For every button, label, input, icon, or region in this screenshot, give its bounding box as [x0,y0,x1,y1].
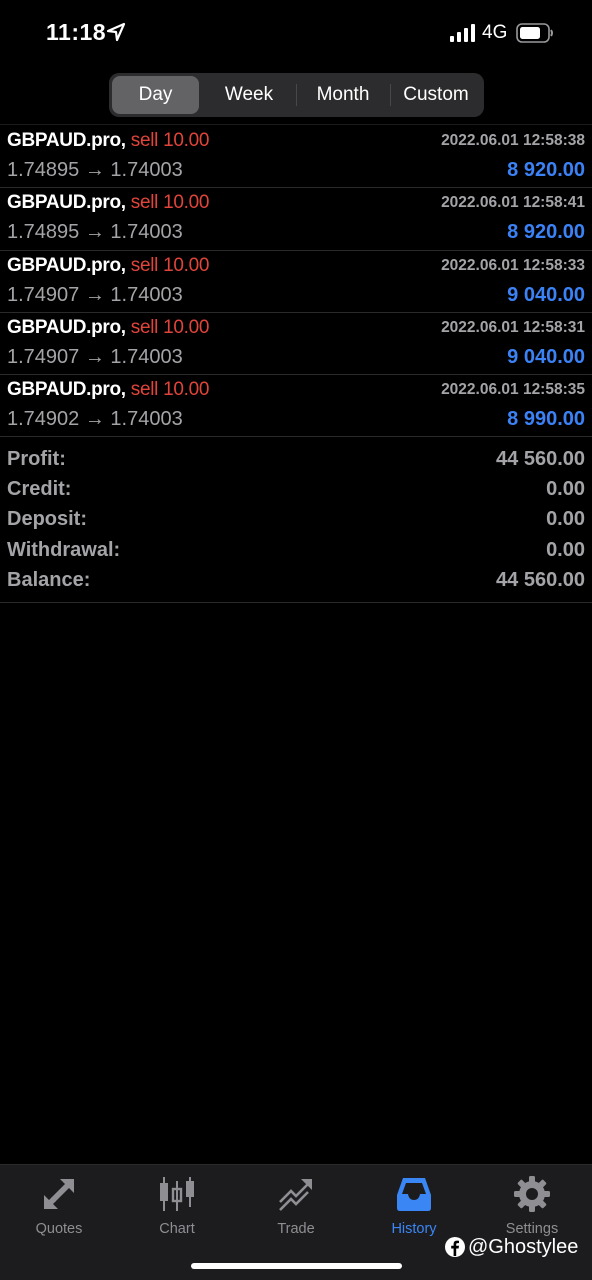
watermark-text: @Ghostylee [468,1235,579,1258]
divider [0,124,592,125]
trade-profit: 8 920.00 [507,221,585,244]
trade-prices: 1.74902 → 1.74003 [7,408,183,431]
summary-label: Profit: [7,448,66,470]
trade-symbol: GBPAUD.pro, sell 10.00 [7,130,210,151]
trade-profit: 8 990.00 [507,408,585,431]
summary-value: 0.00 [546,478,585,501]
history-inbox-icon [397,1178,431,1211]
trade-row[interactable]: GBPAUD.pro, sell 10.00 2022.06.01 12:58:… [0,313,592,376]
home-indicator[interactable] [191,1263,402,1269]
trade-time: 2022.06.01 12:58:33 [441,256,585,274]
tab-trade[interactable]: Trade [237,1175,355,1239]
tab-label: Chart [159,1221,195,1237]
tab-custom[interactable]: Custom [391,76,481,114]
tab-day[interactable]: Day [112,76,199,114]
facebook-icon [445,1237,465,1257]
network-type: 4G [482,22,508,43]
trade-side: sell 10.00 [130,192,210,214]
trade-side: sell 10.00 [130,316,210,338]
watermark: @Ghostylee [444,1233,578,1261]
trade-prices: 1.74895 → 1.74003 [7,221,183,244]
summary-label: Deposit: [7,508,87,531]
trade-prices: 1.74907 → 1.74003 [7,345,183,368]
summary-row-profit: Profit: 44 560.00 [0,445,592,475]
trade-symbol: GBPAUD.pro, sell 10.00 [7,254,210,276]
trade-side: sell 10.00 [130,254,210,276]
trade-profit: 9 040.00 [507,283,585,306]
trade-time: 2022.06.01 12:58:41 [441,194,585,212]
trade-time: 2022.06.01 12:58:31 [441,318,585,336]
trade-time: 2022.06.01 12:58:38 [441,132,585,149]
trade-row[interactable]: GBPAUD.pro, sell 10.00 2022.06.01 12:58:… [0,251,592,313]
summary-label: Withdrawal: [7,538,121,561]
summary-label: Credit: [7,478,72,501]
battery-icon [516,23,553,43]
tab-label: Trade [277,1221,315,1237]
tab-month[interactable]: Month [297,76,389,114]
summary-row-withdrawal: Withdrawal: 0.00 [0,536,592,566]
account-summary: Profit: 44 560.00 Credit: 0.00 Deposit: … [0,445,592,603]
trade-row[interactable]: GBPAUD.pro, sell 10.00 2022.06.01 12:58:… [0,375,592,438]
candlestick-chart-icon [160,1177,194,1211]
location-arrow-icon [106,22,126,42]
gear-icon [514,1176,550,1212]
tab-label: Quotes [35,1221,83,1237]
status-time: 11:18 [46,19,107,45]
trade-history-list: GBPAUD.pro, sell 10.00 2022.06.01 12:58:… [0,126,592,438]
trade-profit: 8 920.00 [507,159,585,181]
tab-chart[interactable]: Chart [118,1175,236,1239]
summary-row-credit: Credit: 0.00 [0,475,592,505]
trade-time: 2022.06.01 12:58:35 [441,381,585,399]
cellular-signal-icon [450,24,475,42]
summary-row-balance: Balance: 44 560.00 [0,566,592,596]
summary-value: 0.00 [546,538,585,561]
summary-value: 44 560.00 [496,568,585,591]
summary-row-deposit: Deposit: 0.00 [0,505,592,535]
tab-history[interactable]: History [355,1175,473,1239]
trade-side: sell 10.00 [130,130,210,151]
summary-value: 44 560.00 [496,448,585,470]
trade-profit: 9 040.00 [507,345,585,368]
summary-label: Balance: [7,568,91,591]
tab-week[interactable]: Week [203,76,295,114]
trade-symbol: GBPAUD.pro, sell 10.00 [7,316,210,338]
trade-prices: 1.74895 → 1.74003 [7,159,183,181]
trade-prices: 1.74907 → 1.74003 [7,283,183,306]
summary-value: 0.00 [546,508,585,531]
trade-row[interactable]: GBPAUD.pro, sell 10.00 2022.06.01 12:58:… [0,126,592,189]
trade-side: sell 10.00 [130,379,210,401]
tab-quotes[interactable]: Quotes [0,1175,118,1239]
quotes-arrows-icon [44,1179,74,1209]
period-segmented-control: Day Week Month Custom [109,73,484,117]
status-bar: 11:18 4G [0,0,592,64]
trade-row[interactable]: GBPAUD.pro, sell 10.00 2022.06.01 12:58:… [0,188,592,251]
tab-settings[interactable]: Settings [473,1175,591,1239]
trade-symbol: GBPAUD.pro, sell 10.00 [7,379,210,401]
trade-symbol: GBPAUD.pro, sell 10.00 [7,192,210,214]
trade-trend-icon [279,1179,312,1211]
